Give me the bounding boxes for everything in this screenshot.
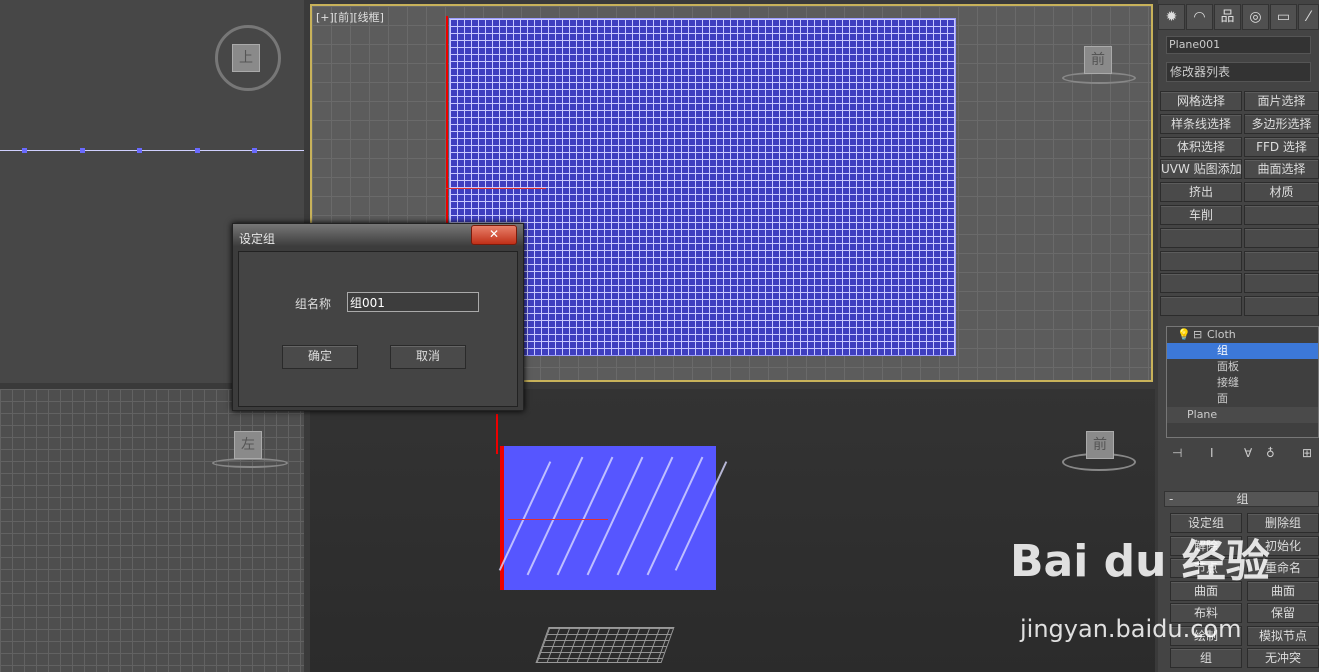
modifier-button[interactable] [1244, 251, 1319, 271]
ok-button[interactable]: 确定 [282, 345, 358, 369]
close-icon: ✕ [488, 227, 500, 241]
axis-z-line [496, 414, 498, 454]
stack-item[interactable]: 面板 [1167, 359, 1318, 375]
utilities-tab-icon[interactable]: ⁄ [1298, 4, 1319, 30]
group-rollout-header[interactable]: - 组 [1164, 491, 1319, 507]
dialog-body: 组名称 确定 取消 [238, 251, 518, 407]
modifier-button[interactable]: 车削 [1160, 205, 1242, 225]
create-tab-icon[interactable]: ✹ [1158, 4, 1185, 30]
rollout-title: 组 [1236, 492, 1249, 506]
hierarchy-tab-icon[interactable]: 品 [1214, 4, 1241, 30]
viewcube-left[interactable]: 左 [234, 431, 262, 459]
remove-modifier-icon[interactable]: ♁ [1266, 446, 1275, 460]
viewport-left[interactable]: 左 [0, 389, 304, 672]
modifier-stack[interactable]: 💡 ⊟ Cloth 组 面板 接缝 面 Plane [1166, 326, 1319, 438]
stack-base[interactable]: Plane [1167, 407, 1318, 423]
modifier-button[interactable] [1160, 296, 1242, 316]
modifier-button[interactable]: 面片选择 [1244, 91, 1319, 111]
top-view-plane-line [0, 150, 304, 151]
cloth-stripe [674, 461, 728, 571]
stack-item[interactable]: 组 [1167, 343, 1318, 359]
group-button[interactable]: 无冲突 [1247, 648, 1319, 668]
vertex-dot [80, 148, 85, 153]
home-grid [535, 627, 675, 663]
modifier-button[interactable]: 材质 [1244, 182, 1319, 202]
modifier-button[interactable] [1244, 205, 1319, 225]
cloth-stripe [646, 456, 704, 576]
group-button[interactable]: 组 [1170, 648, 1242, 668]
collapse-icon[interactable]: ⊟ [1193, 327, 1202, 343]
panel-tabs: ✹ ◠ 品 ◎ ▭ ⁄ [1158, 4, 1319, 30]
modifier-button[interactable] [1160, 273, 1242, 293]
viewcube-ring[interactable] [212, 458, 288, 468]
viewcube-front[interactable]: 前 [1084, 46, 1112, 74]
group-name-label: 组名称 [295, 297, 332, 311]
modifier-button[interactable]: 网格选择 [1160, 91, 1242, 111]
viewcube-top[interactable]: 上 [232, 44, 260, 72]
close-button[interactable]: ✕ [471, 225, 517, 245]
set-group-dialog[interactable]: 设定组 ✕ 组名称 确定 取消 [232, 223, 524, 411]
group-button[interactable]: 模拟节点 [1247, 626, 1319, 646]
group-button[interactable]: 保留 [1247, 603, 1319, 623]
make-unique-icon[interactable]: ∀ [1244, 446, 1252, 460]
cancel-button[interactable]: 取消 [390, 345, 466, 369]
modifier-button[interactable]: 多边形选择 [1244, 114, 1319, 134]
show-end-result-icon[interactable]: Ⅰ [1210, 446, 1214, 460]
configure-sets-icon[interactable]: ⊞ [1302, 446, 1312, 460]
dialog-title: 设定组 [239, 232, 276, 246]
stack-root[interactable]: 💡 ⊟ Cloth [1167, 327, 1318, 343]
vertex-dot [252, 148, 257, 153]
stack-toolbar: ⊣ Ⅰ ∀ ♁ ⊞ [1172, 446, 1319, 462]
cloth-stripe [498, 461, 552, 571]
modifier-button[interactable] [1244, 228, 1319, 248]
stack-item[interactable]: 接缝 [1167, 375, 1318, 391]
pin-stack-icon[interactable]: ⊣ [1172, 446, 1182, 460]
stack-root-label: Cloth [1207, 328, 1236, 341]
modify-tab-icon[interactable]: ◠ [1186, 4, 1213, 30]
modifier-button[interactable] [1160, 228, 1242, 248]
display-tab-icon[interactable]: ▭ [1270, 4, 1297, 30]
watermark-logo: Bai du 经验 [1010, 536, 1270, 587]
modifier-button[interactable] [1244, 296, 1319, 316]
modifier-button[interactable]: 曲面选择 [1244, 159, 1319, 179]
plane-mesh[interactable] [449, 18, 956, 356]
cloth-stripe [556, 456, 614, 576]
object-name-field[interactable]: Plane001 [1166, 36, 1311, 54]
stack-item[interactable]: 面 [1167, 391, 1318, 407]
cloth-stripe [526, 456, 584, 576]
vertex-dot [137, 148, 142, 153]
axis-x-line [446, 188, 546, 189]
modifier-button[interactable]: 体积选择 [1160, 137, 1242, 157]
watermark-url: jingyan.baidu.com [1020, 615, 1242, 643]
viewport-label[interactable]: [+][前][线框] [316, 9, 384, 25]
cloth-stripe [586, 456, 644, 576]
cloth-stripe [616, 456, 674, 576]
modifier-button[interactable] [1160, 251, 1242, 271]
group-name-input[interactable] [347, 292, 479, 312]
modifier-button[interactable]: 挤出 [1160, 182, 1242, 202]
lightbulb-icon[interactable]: 💡 [1177, 327, 1191, 343]
viewcube-perspective[interactable]: 前 [1086, 431, 1114, 459]
axis-x-line [508, 519, 608, 520]
modifier-button[interactable]: UVW 贴图添加 [1160, 159, 1242, 179]
modifier-list-dropdown[interactable]: 修改器列表 [1166, 62, 1311, 82]
modifier-button[interactable] [1244, 273, 1319, 293]
modifier-button[interactable]: FFD 选择 [1244, 137, 1319, 157]
motion-tab-icon[interactable]: ◎ [1242, 4, 1269, 30]
vertex-dot [22, 148, 27, 153]
plane-mesh-perspective[interactable] [498, 446, 728, 590]
modifier-button[interactable]: 样条线选择 [1160, 114, 1242, 134]
vertex-dot [195, 148, 200, 153]
